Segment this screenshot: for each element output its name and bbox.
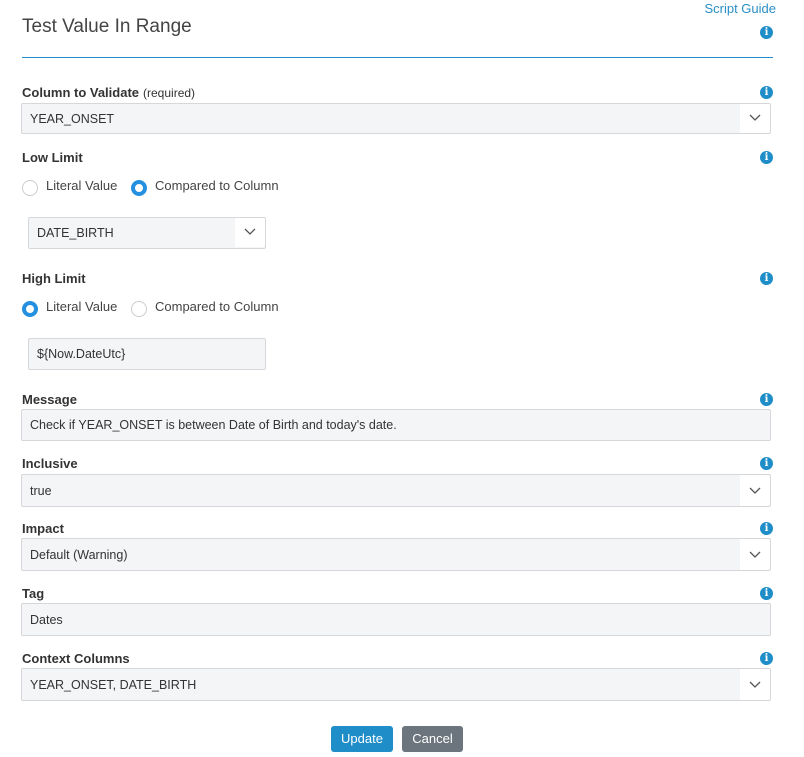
context-columns-label: Context Columns [22, 651, 130, 666]
input-value: Check if YEAR_ONSET is between Date of B… [30, 418, 397, 432]
chevron-down-icon[interactable] [740, 539, 770, 570]
chevron-down-icon[interactable] [740, 104, 770, 133]
impact-select[interactable]: Default (Warning) [21, 538, 771, 571]
input-value: ${Now.DateUtc} [37, 347, 126, 361]
script-guide-link[interactable]: Script Guide [704, 1, 776, 16]
cancel-button[interactable]: Cancel [402, 726, 463, 752]
tag-input[interactable]: Dates [21, 603, 771, 636]
low-limit-literal-radio[interactable] [22, 180, 38, 196]
select-value: Default (Warning) [30, 548, 128, 562]
select-value: YEAR_ONSET, DATE_BIRTH [30, 678, 197, 692]
update-button[interactable]: Update [331, 726, 393, 752]
high-limit-literal-input[interactable]: ${Now.DateUtc} [28, 338, 266, 370]
context-columns-select[interactable]: YEAR_ONSET, DATE_BIRTH [21, 668, 771, 701]
high-limit-literal-radio[interactable] [22, 301, 38, 317]
low-limit-column-label[interactable]: Compared to Column [155, 178, 279, 193]
info-icon[interactable]: i [760, 393, 773, 406]
info-icon[interactable]: i [760, 26, 773, 39]
info-icon[interactable]: i [760, 522, 773, 535]
tag-label: Tag [22, 586, 45, 601]
info-icon[interactable]: i [760, 151, 773, 164]
inclusive-select[interactable]: true [21, 474, 771, 507]
column-to-validate-label: Column to Validate (required) [22, 85, 195, 100]
input-value: Dates [30, 613, 63, 627]
info-icon[interactable]: i [760, 86, 773, 99]
select-value: true [30, 484, 52, 498]
page-title: Test Value In Range [22, 16, 192, 37]
impact-label: Impact [22, 521, 64, 536]
header-divider [22, 57, 773, 58]
low-limit-column-select[interactable]: DATE_BIRTH [28, 217, 266, 249]
chevron-down-icon[interactable] [235, 218, 265, 247]
high-limit-column-radio[interactable] [131, 301, 147, 317]
select-value: DATE_BIRTH [37, 226, 114, 240]
low-limit-label: Low Limit [22, 150, 83, 165]
high-limit-literal-label[interactable]: Literal Value [46, 299, 117, 314]
chevron-down-icon[interactable] [740, 475, 770, 506]
inclusive-label: Inclusive [22, 456, 78, 471]
select-value: YEAR_ONSET [30, 112, 115, 126]
high-limit-column-label[interactable]: Compared to Column [155, 299, 279, 314]
high-limit-label: High Limit [22, 271, 86, 286]
info-icon[interactable]: i [760, 587, 773, 600]
message-label: Message [22, 392, 77, 407]
low-limit-literal-label[interactable]: Literal Value [46, 178, 117, 193]
info-icon[interactable]: i [760, 457, 773, 470]
message-input[interactable]: Check if YEAR_ONSET is between Date of B… [21, 409, 771, 441]
column-to-validate-select[interactable]: YEAR_ONSET [21, 103, 771, 134]
info-icon[interactable]: i [760, 652, 773, 665]
low-limit-column-radio[interactable] [131, 180, 147, 196]
info-icon[interactable]: i [760, 272, 773, 285]
label-text: Column to Validate [22, 85, 140, 100]
required-note: (required) [143, 86, 196, 100]
chevron-down-icon[interactable] [740, 669, 770, 700]
